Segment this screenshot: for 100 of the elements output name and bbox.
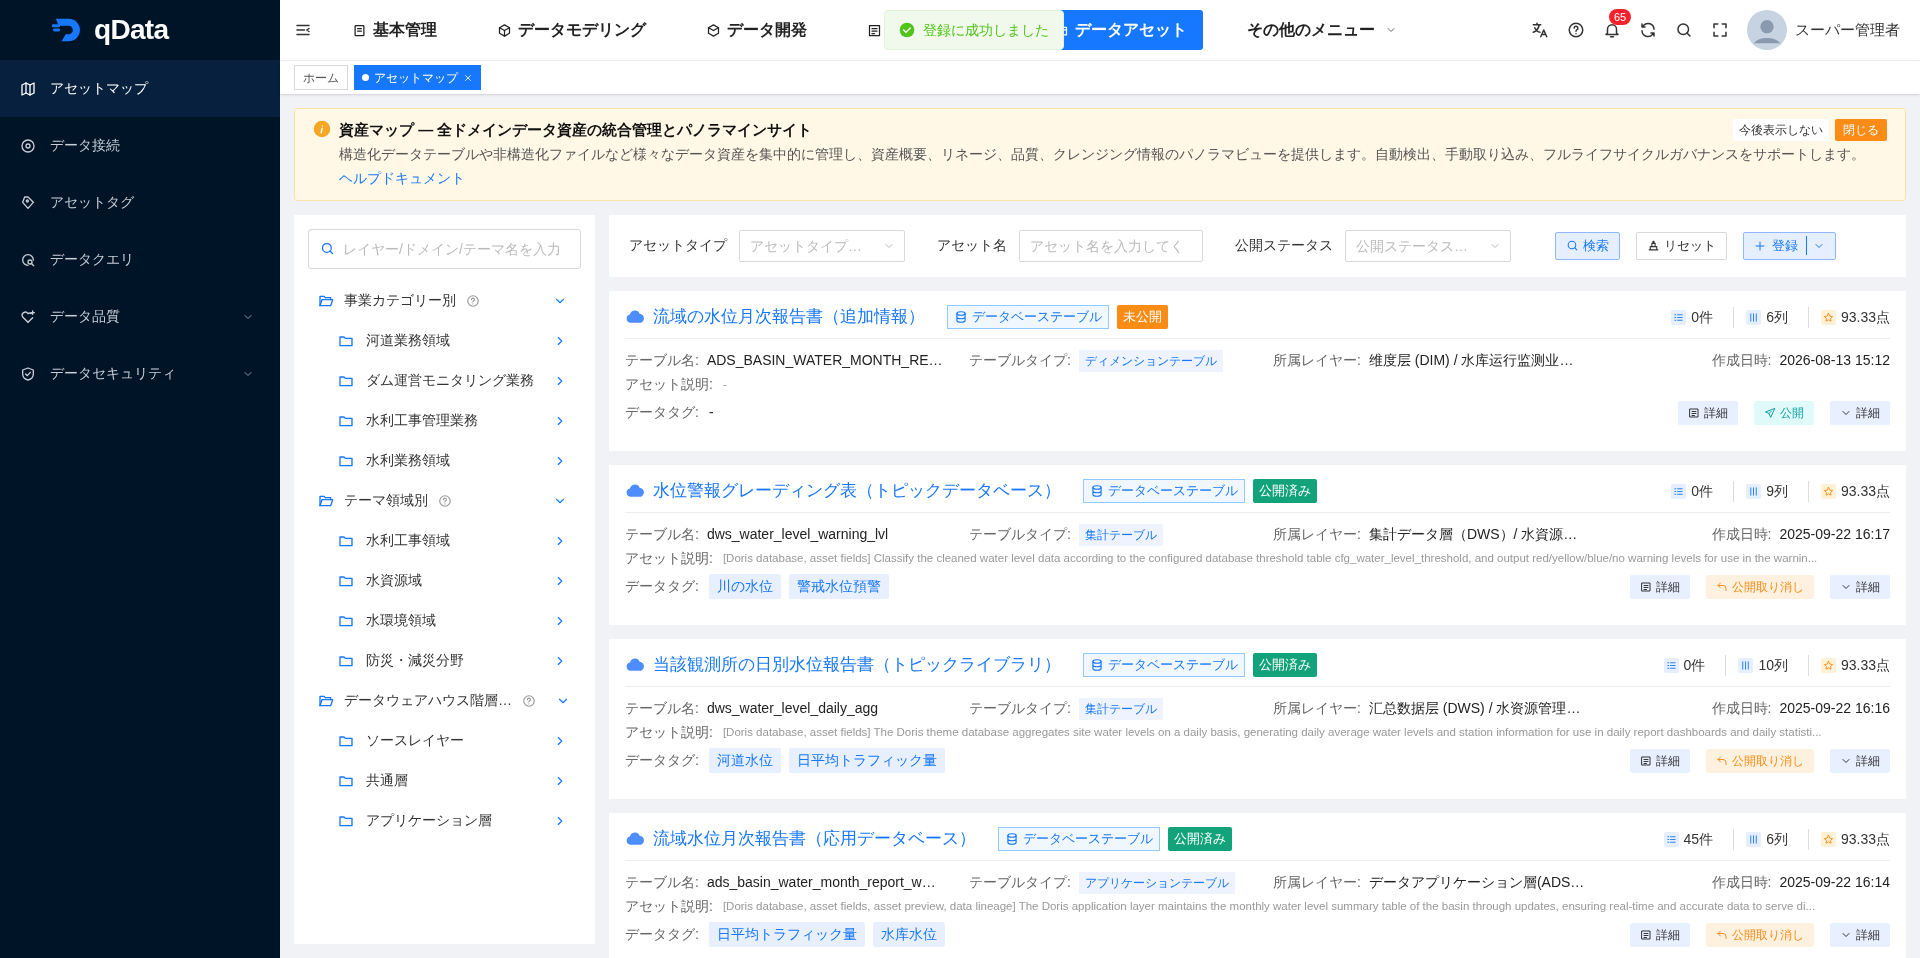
success-icon (899, 22, 915, 38)
stat-value: 45件 (1683, 829, 1714, 849)
description-text: [Doris database, asset fields] The Doris theme database aggregates site water levels on a daily basis, generating daily average water levels and station information for use in daily report dashboards and daily statisti... (722, 724, 1822, 740)
sidebar-item[interactable]: データセキュリティ (0, 345, 280, 402)
rows-icon (1665, 833, 1677, 845)
field-label: データタグ: (625, 925, 699, 944)
rows-icon (1673, 311, 1685, 323)
list-icon (1640, 754, 1652, 767)
field-value: 汇总数据层 (DWS) / 水资源管理… (1368, 699, 1581, 718)
field-label: 公開ステータス (1235, 236, 1333, 255)
send-icon (1764, 406, 1776, 419)
database-icon (1005, 832, 1019, 846)
select-field[interactable]: アセットタイプ… (739, 229, 905, 262)
action-button[interactable]: 詳細 (1830, 574, 1890, 599)
data-tag: 水库水位 (872, 922, 945, 947)
score-icon (1822, 833, 1834, 845)
dismiss-button[interactable]: 今後表示しない (1733, 119, 1829, 142)
close-icon[interactable] (463, 72, 473, 83)
help-link[interactable]: ヘルプドキュメント (339, 169, 465, 186)
asset-title-link[interactable]: 流域の水位月次報告書（追加情報） (653, 304, 925, 330)
description-text: [Doris database, asset fields, asset preview, data lineage] The Doris application layer maintains the monthly water level summary table of the basin through updates, ensuring real-time and accurate data to serve di... (722, 898, 1816, 914)
input-field[interactable]: アセット名を入力してく (1019, 229, 1203, 262)
tree-item[interactable]: ダム運営モニタリング業務 (308, 360, 581, 401)
search-field[interactable]: レイヤー/ドメイン/テーマ名を入力 (308, 228, 581, 269)
page-tab[interactable]: ホーム (294, 65, 348, 90)
help-icon (438, 493, 452, 508)
status-badge: 公開済み (1253, 479, 1317, 503)
list-icon (1688, 406, 1700, 419)
tree-group[interactable]: データウェアハウス階層… (308, 680, 581, 721)
stat-value: 0件 (1691, 307, 1714, 327)
field-label: アセットタイプ (629, 236, 727, 255)
sidebar-item[interactable]: アセットタグ (0, 174, 280, 231)
tree-item[interactable]: 水利工事管理業務 (308, 400, 581, 441)
reset-icon (1647, 239, 1660, 252)
rows-icon (1673, 485, 1685, 497)
banner-text: 構造化データテーブルや非構造化ファイルなど様々なデータ資産を集中的に管理し、資産概要、リネージ、品質、クレンジング情報のパノラマビューを提供します。自動検出、手動取り込み、フルライフサイクルガバナンスをサポートします。 ヘルプドキュメント (339, 144, 1866, 188)
register-button[interactable]: 登録 (1743, 231, 1836, 260)
select-field[interactable]: 公開ステータス… (1345, 229, 1511, 262)
nav-tab[interactable]: 基本管理 (336, 10, 453, 50)
type-tag: データベーステーブル (1083, 479, 1245, 503)
avatar[interactable] (1747, 10, 1787, 50)
map-icon (20, 80, 36, 97)
tree-item[interactable]: 防災・減災分野 (308, 640, 581, 681)
sidebar-item[interactable]: データクエリ (0, 231, 280, 288)
field-value: dws_water_level_warning_lvl (706, 525, 889, 544)
tree-item[interactable]: 水利業務領域 (308, 440, 581, 481)
field-label: 作成日時: (1711, 873, 1772, 892)
field-value: データアプリケーション層(ADS… (1368, 873, 1585, 892)
fullscreen-icon[interactable] (1711, 21, 1729, 39)
tree-item[interactable]: 水利工事領域 (308, 520, 581, 561)
tree-item[interactable]: 水資源域 (308, 560, 581, 601)
asset-title-link[interactable]: 水位警報グレーディング表（トピックデータベース） (653, 478, 1061, 504)
translate-icon[interactable] (1531, 21, 1549, 39)
field-label: 所属レイヤー: (1273, 873, 1361, 892)
field-value: 集計データ層（DWS）/ 水資源… (1368, 525, 1578, 544)
action-button[interactable]: 詳細 (1678, 400, 1738, 425)
columns-icon (1748, 311, 1760, 323)
search-button[interactable]: 検索 (1555, 231, 1620, 260)
tree-item[interactable]: 水環境領域 (308, 600, 581, 641)
tree-item[interactable]: 河道業務領域 (308, 320, 581, 361)
tree-item[interactable]: アプリケーション層 (308, 800, 581, 841)
field-label: 作成日時: (1711, 525, 1772, 544)
refresh-icon[interactable] (1639, 21, 1657, 39)
nav-tab[interactable]: その他のメニュー (1231, 10, 1413, 50)
action-button[interactable]: 詳細 (1830, 922, 1890, 947)
tree-item[interactable]: ソースレイヤー (308, 720, 581, 761)
action-button[interactable]: 詳細 (1630, 922, 1690, 947)
field-label: 所属レイヤー: (1273, 699, 1361, 718)
tree-group[interactable]: 事業カテゴリー別 (308, 280, 581, 321)
asset-title-link[interactable]: 流域水位月次報告書（応用データベース） (653, 826, 976, 852)
tree-item[interactable]: 共通層 (308, 760, 581, 801)
page-tab[interactable]: アセットマップ (354, 65, 481, 90)
search-icon[interactable] (1675, 21, 1693, 39)
status-badge: 未公開 (1117, 305, 1168, 329)
help-icon (466, 293, 480, 308)
reset-button[interactable]: リセット (1636, 231, 1727, 260)
bell-icon[interactable] (1603, 21, 1621, 39)
sidebar-item[interactable]: データ接続 (0, 117, 280, 174)
field-label: テーブルタイプ: (969, 525, 1071, 544)
tree-group[interactable]: テーマ領域別 (308, 480, 581, 521)
nav-tab[interactable]: データモデリング (481, 10, 662, 50)
database-icon (1090, 484, 1104, 498)
query-icon (20, 251, 36, 268)
asset-title-link[interactable]: 当該観測所の日別水位報告書（トピックライブラリ） (653, 652, 1061, 678)
help-icon[interactable] (1567, 21, 1585, 39)
stat-value: 6列 (1766, 829, 1788, 849)
banner-title: 資産マップ — 全ドメインデータ資産の統合管理とパノラマインサイト (339, 120, 814, 140)
sidebar-item[interactable]: アセットマップ (0, 60, 280, 117)
action-button[interactable]: 詳細 (1630, 574, 1690, 599)
sidebar-item[interactable]: データ品質 (0, 288, 280, 345)
type-tag: データベーステーブル (1083, 653, 1245, 677)
action-button[interactable]: 詳細 (1830, 748, 1890, 773)
stat-value: 6列 (1766, 307, 1788, 327)
field-label: テーブル名: (625, 699, 699, 718)
user-name[interactable]: スーパー管理者 (1795, 18, 1900, 42)
action-button[interactable]: 詳細 (1830, 400, 1890, 425)
field-value: ads_basin_water_month_report_w… (706, 873, 936, 892)
action-button[interactable]: 詳細 (1630, 748, 1690, 773)
nav-tab[interactable]: データ開発 (690, 10, 823, 50)
field-value: 维度层 (DIM) / 水库运行监测业… (1368, 351, 1574, 370)
